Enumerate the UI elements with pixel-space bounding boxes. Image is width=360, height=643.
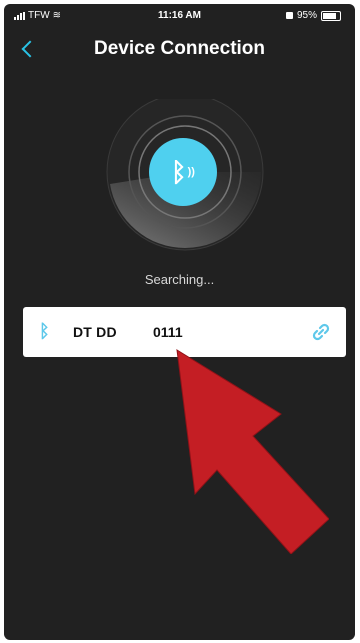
- annotation-arrow: [176, 349, 329, 554]
- signal-waves-icon: )): [187, 166, 195, 178]
- orientation-lock-icon: [285, 12, 293, 19]
- link-icon[interactable]: [310, 321, 332, 343]
- device-id: 0111: [153, 324, 183, 340]
- bluetooth-search-button: ᛒ )): [149, 138, 217, 206]
- device-name: DT DD: [73, 324, 117, 340]
- phone-screen: TFW ≋ 11:16 AM 95% Device Connection ᛒ)…: [4, 4, 355, 640]
- search-status: Searching...: [144, 272, 215, 287]
- battery-icon: [321, 10, 341, 21]
- bluetooth-icon: ᛒ: [39, 321, 50, 341]
- page-title: Device Connection: [93, 38, 266, 59]
- battery-percent: 95%: [296, 10, 317, 21]
- status-right: 95%: [285, 10, 341, 21]
- search-radar: ᛒ )): [104, 99, 266, 261]
- status-bar: TFW ≋ 11:16 AM 95%: [4, 4, 355, 26]
- bluetooth-icon: ᛒ: [171, 157, 187, 187]
- header: Device Connection: [4, 34, 355, 66]
